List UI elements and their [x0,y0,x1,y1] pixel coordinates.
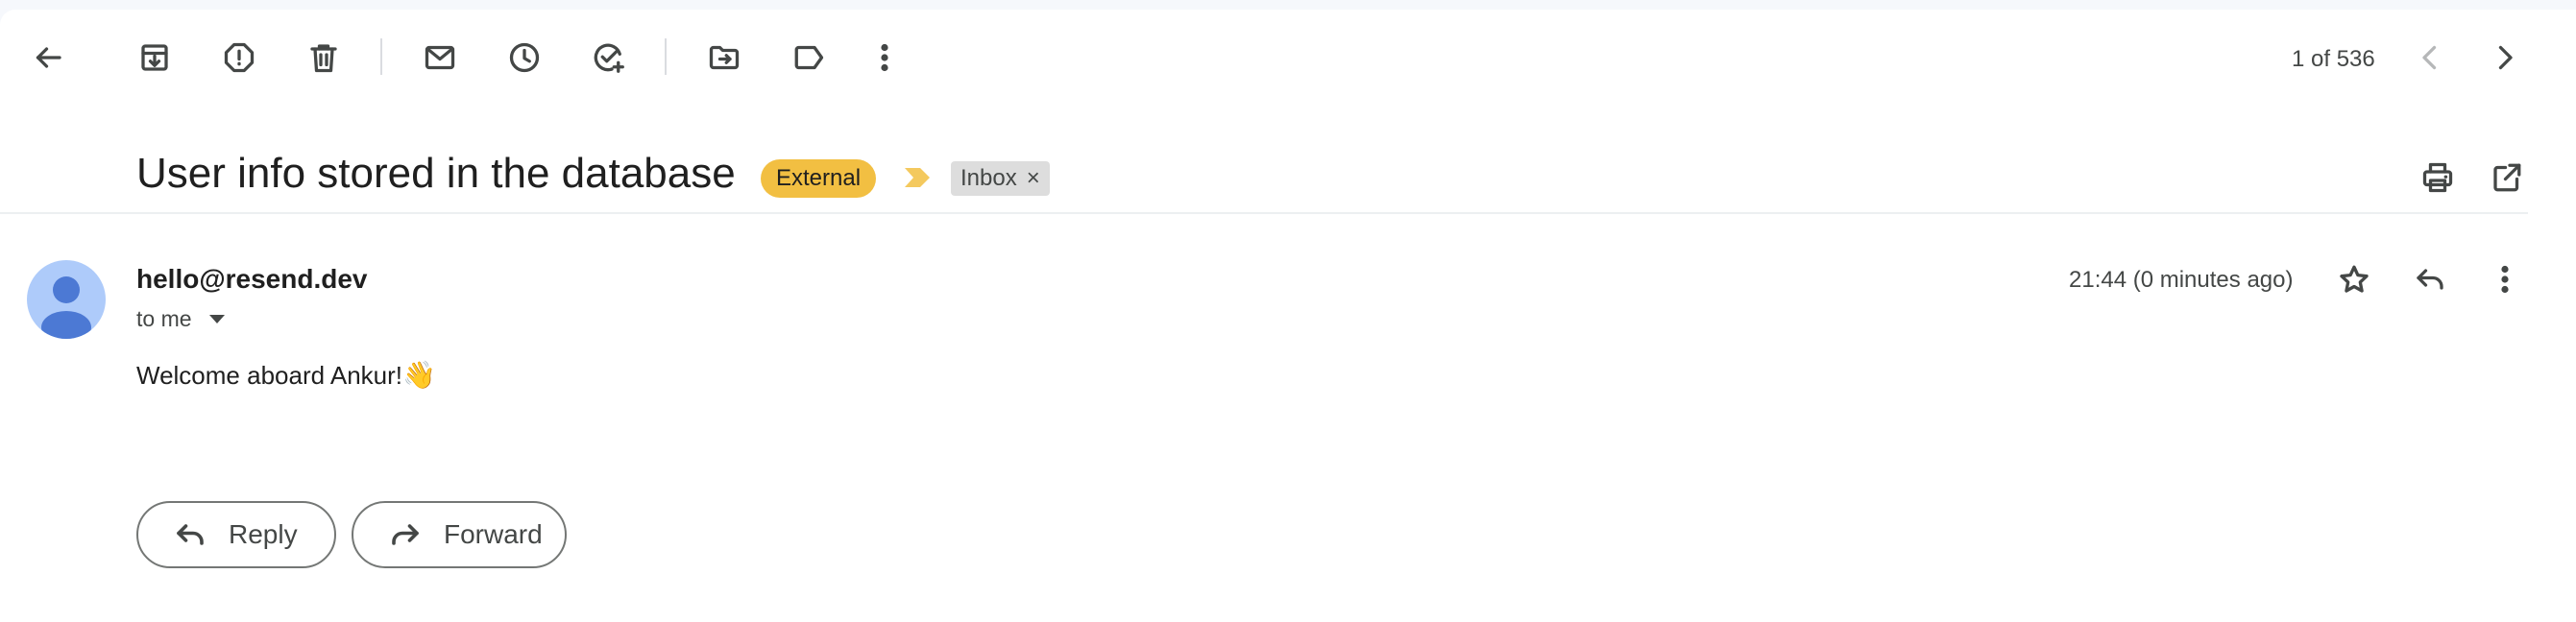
back-button[interactable] [19,29,77,86]
star-icon [2340,265,2369,293]
chevron-right-icon [2498,45,2513,70]
forward-icon [392,524,419,545]
inbox-label: Inbox × [951,161,1050,196]
open-new-window-button[interactable] [2478,149,2536,206]
print-icon [2422,162,2453,193]
open-in-new-window-icon [2493,163,2521,192]
forward-button[interactable]: Forward [352,501,567,568]
labels-icon [794,45,824,70]
recipient-text: to me [136,306,192,331]
more-vert-icon [2501,265,2509,294]
recipient-line: to me [136,306,225,332]
waving-hand-emoji: 👋 [402,360,436,390]
message-more-button[interactable] [2476,251,2534,308]
print-all-button[interactable] [2409,149,2467,206]
external-badge: External [761,159,877,198]
more-options-button[interactable] [856,29,913,86]
toolbar-divider [665,38,667,75]
snooze-icon [509,42,540,73]
pager-count: 1 of 536 [2292,46,2375,72]
snooze-button[interactable] [496,29,553,86]
delete-icon [310,44,337,73]
sender-avatar[interactable] [27,260,106,339]
message-body: Welcome aboard Ankur!👋 [136,359,436,391]
mark-unread-button[interactable] [411,29,469,86]
report-spam-icon [224,42,255,73]
move-to-button[interactable] [695,29,753,86]
mark-unread-icon [425,45,455,70]
older-button[interactable] [2476,29,2534,86]
show-details-caret-icon[interactable] [208,315,225,323]
archive-icon [141,44,168,71]
newer-button[interactable] [2401,29,2459,86]
move-to-icon [709,45,740,70]
report-spam-button[interactable] [210,29,268,86]
reply-icon [2417,269,2443,290]
back-arrow-icon [36,47,61,68]
avatar-person-icon [41,276,91,339]
email-view: 1 of 536 User info stored in the databas… [0,10,2576,622]
remove-label-button[interactable]: × [1027,161,1040,196]
header-divider [0,212,2528,214]
sender-email[interactable]: hello@resend.dev [136,264,368,295]
archive-button[interactable] [126,29,183,86]
importance-marker-icon[interactable] [903,166,932,189]
toolbar-divider [380,38,382,75]
message-timestamp: 21:44 (0 minutes ago) [2069,267,2294,293]
chevron-left-icon [2422,45,2437,70]
reply-icon-button[interactable] [2401,251,2459,308]
add-to-tasks-button[interactable] [580,29,638,86]
reply-icon [177,524,204,545]
inbox-label-text: Inbox [960,165,1017,191]
add-to-tasks-icon [594,43,624,73]
delete-button[interactable] [295,29,352,86]
labels-button[interactable] [780,29,838,86]
message-body-text: Welcome aboard Ankur! [136,361,402,390]
email-subject: User info stored in the database [136,150,736,197]
forward-button-label: Forward [444,519,543,549]
reply-button-label: Reply [229,519,298,549]
star-button[interactable] [2325,251,2383,308]
more-vert-icon [881,43,888,72]
reply-button[interactable]: Reply [136,501,336,568]
